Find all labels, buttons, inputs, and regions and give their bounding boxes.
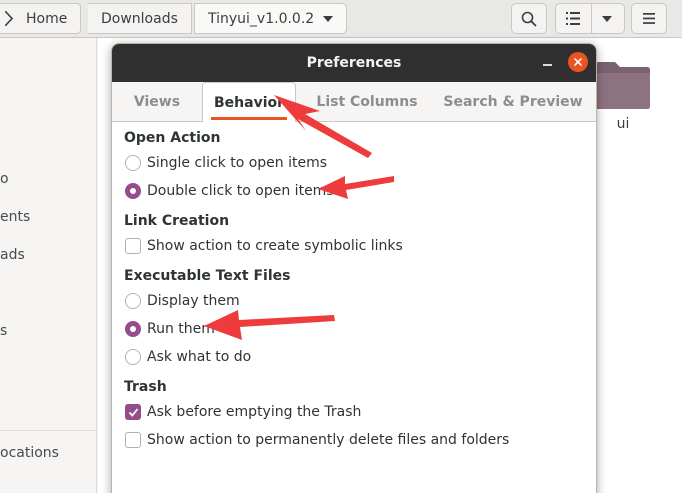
search-icon (521, 11, 537, 27)
close-icon (574, 58, 582, 66)
home-icon (5, 11, 14, 26)
hamburger-menu-icon (643, 13, 655, 24)
list-view-icon[interactable] (566, 12, 580, 25)
preferences-dialog: Preferences Views Behavior List Columns … (111, 43, 597, 493)
view-button-divider (591, 4, 592, 33)
close-button[interactable] (568, 52, 588, 72)
folder-label[interactable]: ui (603, 116, 643, 132)
checkbox-checked[interactable] (125, 404, 141, 420)
path-home-button[interactable]: Home (0, 3, 82, 34)
option-label: Run them (147, 321, 215, 337)
tab-behavior[interactable]: Behavior (202, 82, 296, 122)
sidebar-item-other-locations[interactable]: ocations (0, 445, 59, 461)
checkbox[interactable] (125, 432, 141, 448)
main-menu-button[interactable] (631, 3, 667, 34)
radio-button[interactable] (125, 155, 141, 171)
tab-behavior-label: Behavior (213, 94, 285, 111)
option-label: Display them (147, 293, 240, 309)
section-executable-text-files: Executable Text Files (124, 268, 291, 284)
tab-bar: Views Behavior List Columns Search & Pre… (112, 82, 596, 122)
radio-button-selected[interactable] (125, 183, 141, 199)
sidebar-item[interactable]: s (0, 323, 7, 339)
checkbox-symbolic-links[interactable]: Show action to create symbolic links (125, 238, 403, 254)
path-current-label: Tinyui_v1.0.0.2 (208, 10, 315, 27)
radio-display-them[interactable]: Display them (125, 293, 240, 309)
option-label: Show action to create symbolic links (147, 238, 403, 254)
places-sidebar: o ents ads s ocations (0, 38, 97, 493)
view-options-button[interactable] (555, 3, 625, 34)
radio-button[interactable] (125, 293, 141, 309)
option-label: Ask before emptying the Trash (147, 404, 362, 420)
option-label: Ask what to do (147, 349, 252, 365)
folder-icon[interactable] (593, 60, 651, 110)
path-downloads-button[interactable]: Downloads (88, 3, 192, 34)
active-tab-indicator (211, 117, 287, 120)
path-home-label: Home (26, 10, 68, 27)
radio-button[interactable] (125, 349, 141, 365)
sidebar-item-downloads[interactable]: ads (0, 247, 25, 263)
sidebar-item[interactable]: o (0, 171, 9, 187)
dialog-titlebar: Preferences (112, 44, 596, 82)
checkmark-icon (128, 408, 139, 417)
sidebar-item-recents[interactable]: ents (0, 209, 30, 225)
chevron-down-icon[interactable] (602, 16, 612, 22)
option-label: Single click to open items (147, 155, 328, 171)
radio-button-selected[interactable] (125, 321, 141, 337)
tab-views[interactable]: Views (121, 82, 193, 121)
checkbox-permanently-delete[interactable]: Show action to permanently delete files … (125, 432, 509, 448)
chevron-down-icon (323, 15, 333, 22)
path-downloads-label: Downloads (101, 10, 178, 27)
radio-double-click[interactable]: Double click to open items (125, 183, 334, 199)
radio-ask-what-to-do[interactable]: Ask what to do (125, 349, 251, 365)
section-open-action: Open Action (124, 130, 221, 146)
checkbox[interactable] (125, 238, 141, 254)
tab-list-columns[interactable]: List Columns (312, 82, 422, 121)
section-trash: Trash (124, 379, 167, 395)
search-button[interactable] (511, 3, 547, 34)
option-label: Show action to permanently delete files … (147, 432, 510, 448)
header-bar: Home Downloads Tinyui_v1.0.0.2 (0, 0, 682, 38)
path-current-button[interactable]: Tinyui_v1.0.0.2 (194, 3, 347, 34)
sidebar-divider (0, 430, 97, 431)
minimize-icon (542, 63, 552, 66)
section-link-creation: Link Creation (124, 213, 230, 229)
checkbox-ask-before-emptying[interactable]: Ask before emptying the Trash (125, 404, 361, 420)
radio-single-click[interactable]: Single click to open items (125, 155, 327, 171)
radio-run-them[interactable]: Run them (125, 321, 215, 337)
option-label: Double click to open items (147, 183, 334, 199)
dialog-title: Preferences (306, 55, 402, 71)
minimize-button[interactable] (536, 52, 558, 74)
tab-search-preview[interactable]: Search & Preview (442, 82, 584, 121)
